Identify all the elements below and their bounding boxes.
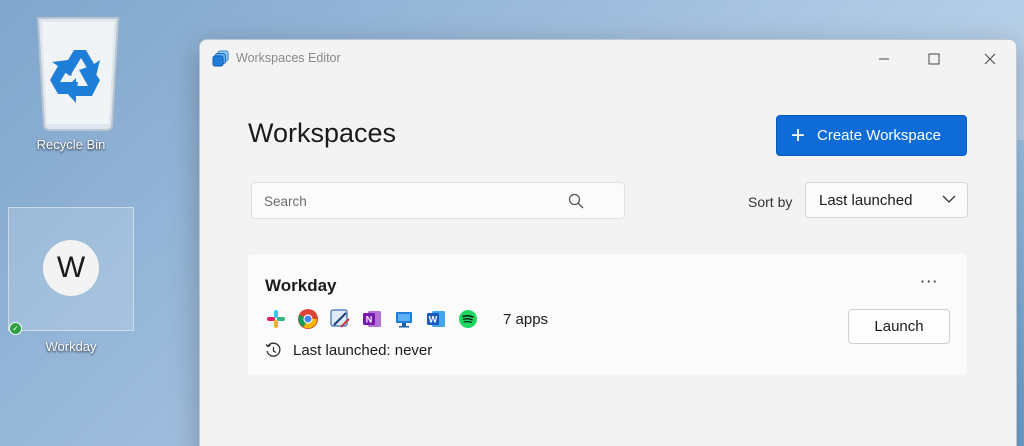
workspace-card[interactable]: Workday ··· N W 7 apps Last launched: ne… [248, 254, 967, 375]
create-workspace-button[interactable]: + Create Workspace [776, 115, 967, 156]
minimize-icon [879, 58, 889, 60]
snipping-tool-icon [330, 309, 350, 328]
maximize-button[interactable] [909, 40, 959, 78]
sync-status-check-icon: ✓ [9, 322, 22, 335]
sort-by-label: Sort by [748, 194, 793, 210]
last-launched-row: Last launched: never [265, 342, 432, 359]
workday-shortcut-label: Workday [45, 339, 97, 354]
spotify-icon [459, 310, 477, 328]
app-icons-row: N W 7 apps [265, 308, 548, 330]
workspace-letter-icon: W [43, 240, 99, 296]
close-icon [984, 53, 996, 65]
recycle-bin-icon [36, 17, 120, 131]
search-input[interactable] [262, 183, 556, 220]
title-bar[interactable]: Workspaces Editor [200, 40, 1016, 78]
window-title: Workspaces Editor [236, 51, 341, 65]
plus-icon: + [791, 121, 806, 149]
create-workspace-label: Create Workspace [817, 127, 941, 144]
workspaces-app-icon [212, 50, 229, 67]
slack-icon [267, 310, 285, 328]
recycle-bin-label: Recycle Bin [36, 137, 106, 152]
svg-text:W: W [429, 315, 438, 325]
sort-dropdown[interactable]: Last launched [805, 182, 968, 218]
maximize-icon [928, 53, 940, 65]
search-box[interactable] [251, 182, 625, 220]
word-icon: W [427, 311, 445, 327]
sort-selected-value: Last launched [819, 192, 913, 209]
onenote-icon: N [363, 311, 381, 327]
minimize-button[interactable] [859, 40, 909, 78]
workspace-name: Workday [265, 276, 337, 295]
chrome-icon [298, 309, 318, 329]
apps-count: 7 apps [503, 310, 549, 328]
page-title: Workspaces [248, 118, 397, 148]
workday-desktop-shortcut[interactable]: W ✓ Workday [8, 207, 134, 354]
svg-text:N: N [366, 315, 373, 325]
history-icon [265, 342, 281, 357]
launch-button[interactable]: Launch [848, 309, 950, 344]
close-button[interactable] [965, 40, 1015, 78]
search-icon [568, 193, 584, 209]
workspaces-editor-window: Workspaces Editor Workspaces + Create Wo… [199, 39, 1017, 446]
chevron-down-icon [942, 195, 956, 203]
remote-desktop-icon [396, 312, 412, 328]
desktop-edge [1017, 140, 1024, 446]
recycle-bin-desktop-icon[interactable]: Recycle Bin [8, 6, 134, 156]
last-launched-text: Last launched: never [293, 342, 433, 359]
more-options-button[interactable]: ··· [920, 272, 938, 291]
